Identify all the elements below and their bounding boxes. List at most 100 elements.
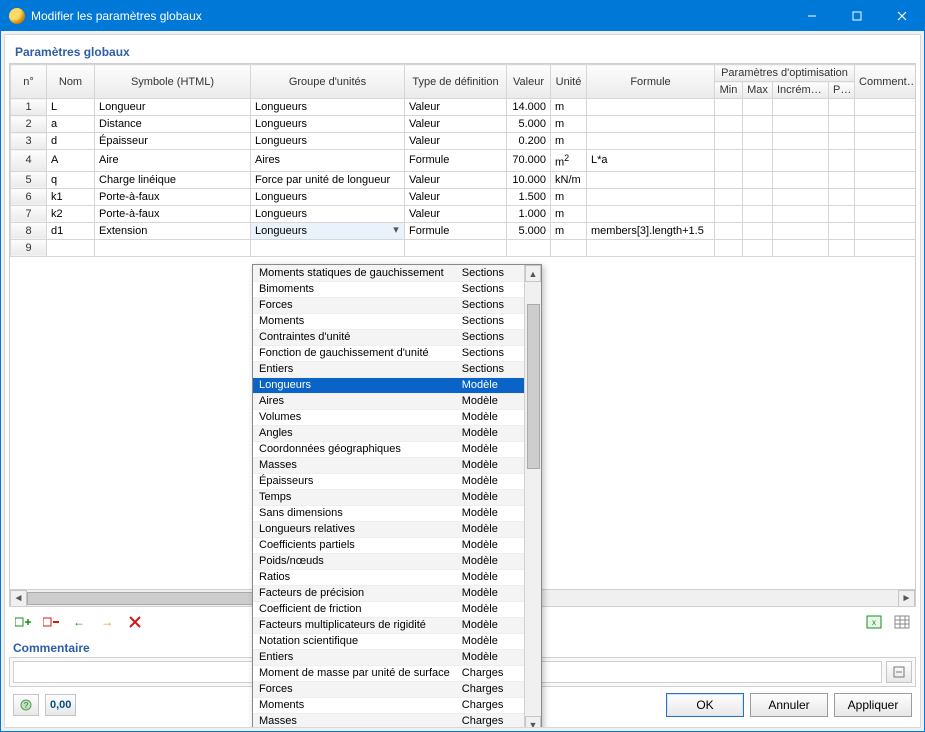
dropdown-item[interactable]: Coordonnées géographiquesModèle — [253, 441, 524, 457]
dropdown-item[interactable]: ÉpaisseursModèle — [253, 473, 524, 489]
dropdown-item[interactable]: MassesModèle — [253, 457, 524, 473]
cell-comment[interactable] — [855, 222, 916, 239]
cell-pas[interactable] — [829, 222, 855, 239]
cell-min[interactable] — [715, 222, 743, 239]
cell-min[interactable] — [715, 239, 743, 256]
insert-row-button[interactable] — [11, 611, 35, 633]
col-num[interactable]: n° — [11, 65, 47, 99]
cell-nom[interactable]: d1 — [47, 222, 95, 239]
cell-max[interactable] — [743, 188, 773, 205]
col-min[interactable]: Min — [715, 82, 743, 99]
cell-max[interactable] — [743, 150, 773, 172]
cell-def[interactable] — [405, 239, 507, 256]
dropdown-item[interactable]: Longueurs relativesModèle — [253, 521, 524, 537]
table-row[interactable]: 9 — [11, 239, 917, 256]
dropdown-scrollbar[interactable]: ▲ ▼ — [524, 265, 541, 728]
dropdown-item[interactable]: MomentsCharges — [253, 697, 524, 713]
dropdown-item[interactable]: Facteurs de précisionModèle — [253, 585, 524, 601]
table-row[interactable]: 2aDistanceLongueursValeur5.000m — [11, 116, 917, 133]
cell-min[interactable] — [715, 99, 743, 116]
scroll-left-icon[interactable]: ◄ — [10, 590, 27, 607]
cell-inc[interactable] — [773, 222, 829, 239]
cell-nom[interactable] — [47, 239, 95, 256]
units-button[interactable]: 0,00 — [45, 694, 76, 716]
cell-def[interactable]: Valeur — [405, 171, 507, 188]
cell-min[interactable] — [715, 171, 743, 188]
grid-table[interactable]: n° Nom Symbole (HTML) Groupe d'unités Ty… — [10, 64, 916, 257]
cell-group[interactable]: Force par unité de longueur — [251, 171, 405, 188]
cell-group[interactable]: Longueurs — [251, 205, 405, 222]
cell-group[interactable]: Aires — [251, 150, 405, 172]
cell-inc[interactable] — [773, 171, 829, 188]
scroll-right-icon[interactable]: ► — [898, 590, 915, 607]
row-number[interactable]: 6 — [11, 188, 47, 205]
dropdown-item[interactable]: MassesCharges — [253, 713, 524, 728]
cell-symbole[interactable]: Porte-à-faux — [95, 188, 251, 205]
col-sym[interactable]: Symbole (HTML) — [95, 65, 251, 99]
cell-value[interactable] — [507, 239, 551, 256]
dropdown-item[interactable]: Moments statiques de gauchissementSectio… — [253, 265, 524, 281]
cell-pas[interactable] — [829, 99, 855, 116]
cell-value[interactable]: 1.000 — [507, 205, 551, 222]
table-row[interactable]: 4AAireAiresFormule70.000m2L*a — [11, 150, 917, 172]
cell-comment[interactable] — [855, 99, 916, 116]
cell-comment[interactable] — [855, 171, 916, 188]
help-button[interactable]: ? — [13, 694, 39, 716]
cell-pas[interactable] — [829, 150, 855, 172]
move-right-button[interactable]: → — [95, 611, 119, 633]
dropdown-item[interactable]: Sans dimensionsModèle — [253, 505, 524, 521]
cell-inc[interactable] — [773, 239, 829, 256]
cell-pas[interactable] — [829, 133, 855, 150]
col-inc[interactable]: Incrément — [773, 82, 829, 99]
cell-symbole[interactable]: Longueur — [95, 99, 251, 116]
move-left-button[interactable]: ← — [67, 611, 91, 633]
comment-picker-button[interactable] — [886, 661, 912, 683]
dropdown-item[interactable]: Facteurs multiplicateurs de rigiditéModè… — [253, 617, 524, 633]
cell-comment[interactable] — [855, 150, 916, 172]
col-val[interactable]: Valeur — [507, 65, 551, 99]
cell-value[interactable]: 5.000 — [507, 116, 551, 133]
export-table-button[interactable] — [890, 611, 914, 633]
row-number[interactable]: 3 — [11, 133, 47, 150]
col-grp[interactable]: Groupe d'unités — [251, 65, 405, 99]
cell-def[interactable]: Valeur — [405, 133, 507, 150]
cell-group[interactable]: Longueurs — [251, 133, 405, 150]
clear-button[interactable] — [123, 611, 147, 633]
cell-min[interactable] — [715, 188, 743, 205]
cell-nom[interactable]: A — [47, 150, 95, 172]
cell-comment[interactable] — [855, 188, 916, 205]
dropdown-item[interactable]: RatiosModèle — [253, 569, 524, 585]
maximize-button[interactable] — [834, 1, 879, 31]
cell-pas[interactable] — [829, 116, 855, 133]
table-row[interactable]: 8d1ExtensionLongueurs▾Formule5.000mmembe… — [11, 222, 917, 239]
delete-row-button[interactable] — [39, 611, 63, 633]
cell-nom[interactable]: d — [47, 133, 95, 150]
cell-comment[interactable] — [855, 116, 916, 133]
cell-unit[interactable]: m — [551, 205, 587, 222]
cell-group[interactable]: Longueurs — [251, 99, 405, 116]
cell-symbole[interactable] — [95, 239, 251, 256]
dropdown-item[interactable]: VolumesModèle — [253, 409, 524, 425]
cell-formula[interactable] — [587, 188, 715, 205]
chevron-down-icon[interactable]: ▾ — [391, 225, 401, 235]
cell-value[interactable]: 1.500 — [507, 188, 551, 205]
cell-symbole[interactable]: Épaisseur — [95, 133, 251, 150]
cell-inc[interactable] — [773, 133, 829, 150]
cell-pas[interactable] — [829, 205, 855, 222]
cell-max[interactable] — [743, 239, 773, 256]
cell-value[interactable]: 5.000 — [507, 222, 551, 239]
cell-def[interactable]: Valeur — [405, 188, 507, 205]
cell-inc[interactable] — [773, 150, 829, 172]
export-excel-button[interactable]: x — [862, 611, 886, 633]
col-pas[interactable]: Pas — [829, 82, 855, 99]
col-com[interactable]: Commentaire — [855, 65, 916, 99]
dropdown-scroll-thumb[interactable] — [527, 304, 540, 469]
table-row[interactable]: 7k2Porte-à-fauxLongueursValeur1.000m — [11, 205, 917, 222]
cell-pas[interactable] — [829, 188, 855, 205]
cell-unit[interactable]: m — [551, 133, 587, 150]
cell-inc[interactable] — [773, 205, 829, 222]
cell-nom[interactable]: k1 — [47, 188, 95, 205]
cell-min[interactable] — [715, 116, 743, 133]
row-number[interactable]: 9 — [11, 239, 47, 256]
cell-comment[interactable] — [855, 239, 916, 256]
